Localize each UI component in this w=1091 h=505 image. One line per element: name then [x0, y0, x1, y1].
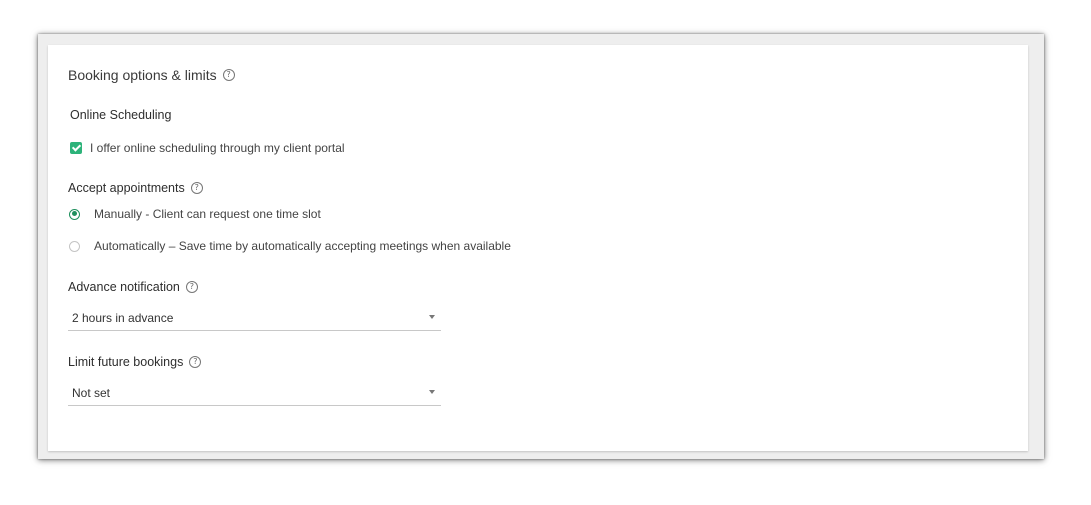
- advance-notification-value: 2 hours in advance: [72, 311, 174, 325]
- online-scheduling-heading: Online Scheduling: [70, 108, 171, 122]
- radio-automatically-label: Automatically – Save time by automatical…: [94, 239, 511, 253]
- booking-options-card: Booking options & limits ? Online Schedu…: [48, 45, 1028, 451]
- radio-automatically[interactable]: [69, 240, 80, 252]
- limit-future-bookings-value: Not set: [72, 386, 111, 400]
- screenshot-frame: Booking options & limits ? Online Schedu…: [38, 34, 1044, 459]
- accept-appointments-heading: Accept appointments ?: [68, 181, 203, 195]
- radio-manually-label: Manually - Client can request one time s…: [94, 207, 321, 221]
- advance-notification-heading: Advance notification ?: [68, 280, 198, 294]
- help-icon[interactable]: ?: [190, 182, 203, 194]
- section-title-text: Booking options & limits: [68, 67, 217, 83]
- accept-appointments-heading-text: Accept appointments: [68, 181, 185, 195]
- limit-future-bookings-heading-text: Limit future bookings: [68, 355, 184, 369]
- help-icon[interactable]: ?: [185, 281, 198, 293]
- online-scheduling-checkbox-label: I offer online scheduling through my cli…: [90, 141, 345, 155]
- online-scheduling-checkbox[interactable]: [70, 142, 82, 154]
- advance-notification-select[interactable]: 2 hours in advance: [68, 311, 441, 331]
- accept-manually-option[interactable]: Manually - Client can request one time s…: [69, 207, 321, 221]
- help-icon[interactable]: ?: [189, 356, 202, 368]
- online-scheduling-heading-text: Online Scheduling: [70, 108, 172, 122]
- online-scheduling-option[interactable]: I offer online scheduling through my cli…: [70, 141, 345, 155]
- limit-future-bookings-heading: Limit future bookings ?: [68, 355, 202, 369]
- help-icon[interactable]: ?: [222, 69, 235, 81]
- advance-notification-heading-text: Advance notification: [68, 280, 180, 294]
- chevron-down-icon: [429, 315, 435, 319]
- section-title: Booking options & limits ?: [68, 67, 235, 83]
- radio-manually[interactable]: [69, 208, 80, 220]
- chevron-down-icon: [429, 390, 435, 394]
- limit-future-bookings-select[interactable]: Not set: [68, 386, 441, 406]
- accept-automatically-option[interactable]: Automatically – Save time by automatical…: [69, 239, 511, 253]
